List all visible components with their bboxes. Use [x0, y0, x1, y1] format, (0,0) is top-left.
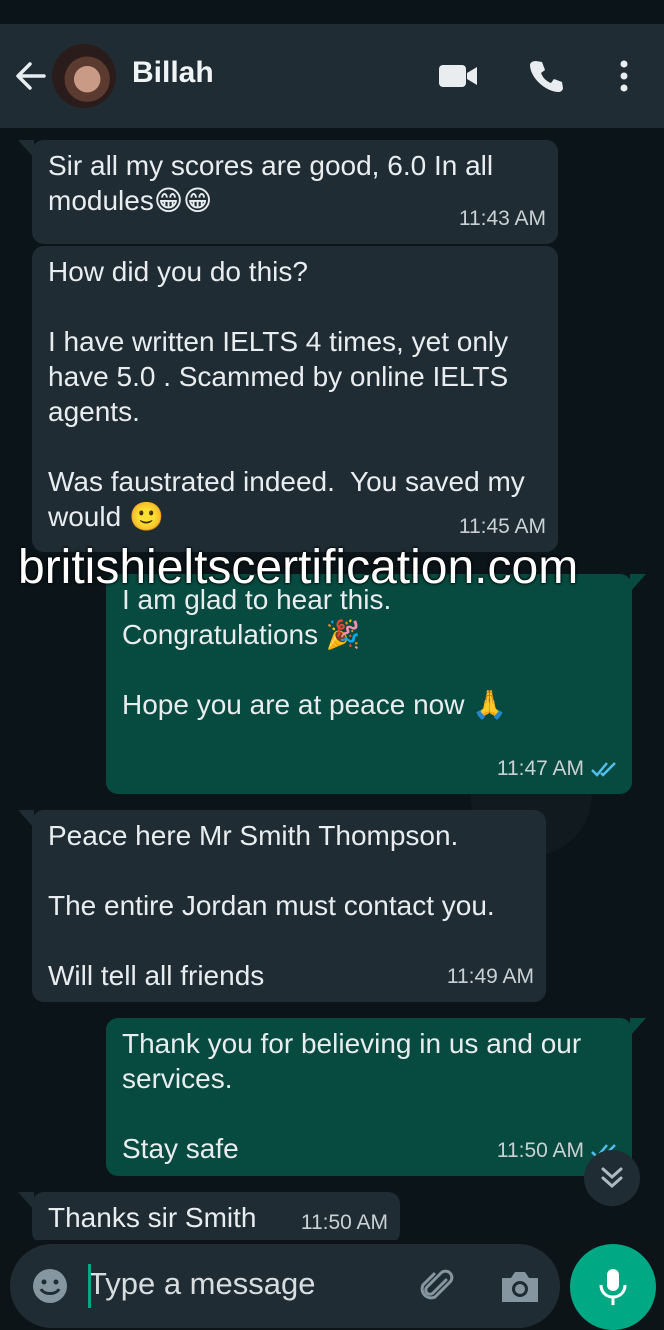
message-time-status: 11:47 AM: [497, 751, 620, 786]
message-text: Thanks sir Smith: [48, 1202, 257, 1233]
read-ticks-icon: [591, 761, 616, 777]
bubble-tail: [630, 574, 646, 592]
bubble-tail: [630, 1018, 646, 1036]
message-input[interactable]: [88, 1266, 388, 1302]
emoji-icon[interactable]: [30, 1266, 70, 1306]
microphone-icon: [599, 1269, 627, 1305]
status-bar: [0, 0, 664, 24]
contact-name[interactable]: Billah: [132, 56, 214, 90]
camera-icon[interactable]: [498, 1266, 542, 1306]
message-time: 11:50 AM: [300, 1211, 388, 1234]
message-time: 11:47 AM: [496, 757, 584, 780]
voice-record-button[interactable]: [570, 1244, 656, 1330]
scroll-to-bottom-button[interactable]: [584, 1150, 640, 1206]
avatar[interactable]: [52, 44, 116, 108]
chat-area[interactable]: Sir all my scores are good, 6.0 In all m…: [0, 128, 664, 1240]
message-composer: [10, 1244, 560, 1328]
message-incoming[interactable]: Thanks sir Smith 11:50 AM: [32, 1192, 400, 1240]
watermark-text: britishieltscertification.com: [18, 541, 579, 594]
message-time: 11:49 AM: [446, 965, 534, 988]
message-time: 11:45 AM: [458, 515, 546, 538]
message-incoming[interactable]: Sir all my scores are good, 6.0 In all m…: [32, 140, 558, 244]
message-time: 11:50 AM: [496, 1139, 584, 1162]
message-incoming[interactable]: Peace here Mr Smith Thompson. The entire…: [32, 810, 546, 1002]
back-arrow-icon[interactable]: [12, 58, 48, 94]
text-cursor: [88, 1264, 91, 1308]
message-time: 11:43 AM: [458, 207, 546, 230]
attach-icon[interactable]: [418, 1266, 458, 1306]
more-options-icon[interactable]: [602, 54, 646, 98]
message-outgoing[interactable]: I am glad to hear this. Congratulations …: [106, 574, 632, 794]
message-text: How did you do this? I have written IELT…: [48, 256, 525, 532]
chat-header: Billah: [0, 24, 664, 128]
voice-call-icon[interactable]: [524, 54, 568, 98]
message-incoming[interactable]: How did you do this? I have written IELT…: [32, 246, 558, 552]
double-chevron-down-icon: [601, 1167, 623, 1189]
message-text: I am glad to hear this. Congratulations …: [122, 584, 508, 720]
message-outgoing[interactable]: Thank you for believing in us and our se…: [106, 1018, 632, 1176]
video-call-icon[interactable]: [436, 54, 480, 98]
